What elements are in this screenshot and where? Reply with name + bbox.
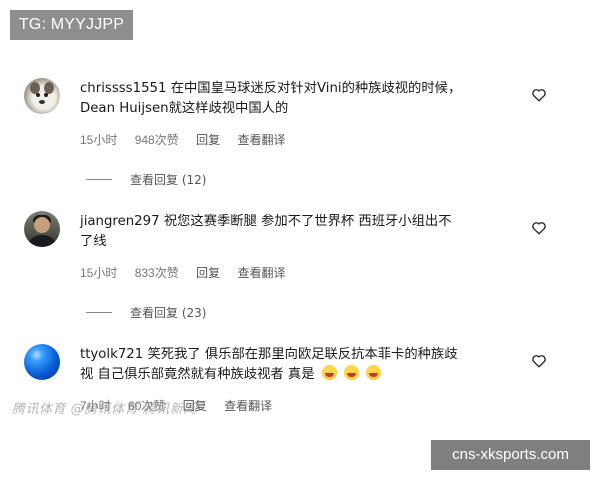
comment-text: jiangren297 祝您这赛季断腿 参加不了世界杯 西班牙小组出不 了线 xyxy=(80,212,520,252)
avatar-eye xyxy=(36,93,40,97)
translate-button[interactable]: 查看翻译 xyxy=(224,399,272,413)
laughing-emoji-icon xyxy=(343,365,359,380)
laughing-emoji-icon xyxy=(321,365,337,380)
comment-line: 在中国皇马球迷反对针对Vini的种族歧视的时候， xyxy=(170,81,462,96)
avatar[interactable] xyxy=(24,211,60,247)
comment-line: Dean Huijsen就这样歧视中国人的 xyxy=(80,101,289,116)
timestamp: 15小时 xyxy=(80,133,118,147)
laughing-emoji-icon xyxy=(366,365,382,380)
heart-icon[interactable] xyxy=(531,87,547,102)
view-replies-label: 查看回复 (23) xyxy=(130,306,207,320)
username[interactable]: jiangren297 xyxy=(80,214,160,229)
view-replies-label: 查看回复 (12) xyxy=(130,173,207,187)
heart-icon[interactable] xyxy=(531,353,547,368)
comment-line: 笑死我了 俱乐部在那里向欧足联反抗本菲卡的种族歧 xyxy=(147,347,458,362)
tg-watermark-badge: TG: MYYJJPP xyxy=(10,10,133,40)
comment-line: 祝您这赛季断腿 参加不了世界杯 西班牙小组出不 xyxy=(163,214,452,229)
site-watermark-badge: cns-xksports.com xyxy=(431,440,590,470)
divider xyxy=(86,179,112,180)
avatar[interactable] xyxy=(24,78,60,114)
comment-meta: 15小时 833次赞 回复 查看翻译 xyxy=(80,264,299,281)
avatar-nose xyxy=(39,100,45,104)
divider xyxy=(86,312,112,313)
avatar-eye xyxy=(44,93,48,97)
translate-button[interactable]: 查看翻译 xyxy=(237,133,285,147)
comment-line: 视 自己俱乐部竟然就有种族歧视者 真是 xyxy=(80,367,315,382)
username[interactable]: chrissss1551 xyxy=(80,81,166,96)
avatar-head xyxy=(34,217,50,233)
like-count[interactable]: 948次赞 xyxy=(135,133,179,147)
username[interactable]: ttyolk721 xyxy=(80,347,143,362)
heart-icon[interactable] xyxy=(531,220,547,235)
comment-meta: 15小时 948次赞 回复 查看翻译 xyxy=(80,131,299,148)
comment-text: chrissss1551 在中国皇马球迷反对针对Vini的种族歧视的时候， De… xyxy=(80,79,520,119)
comment-text: ttyolk721 笑死我了 俱乐部在那里向欧足联反抗本菲卡的种族歧 视 自己俱… xyxy=(80,345,520,385)
translate-button[interactable]: 查看翻译 xyxy=(237,266,285,280)
like-count[interactable]: 833次赞 xyxy=(135,266,179,280)
view-replies-button[interactable]: 查看回复 (12) xyxy=(86,171,206,188)
view-replies-button[interactable]: 查看回复 (23) xyxy=(86,304,206,321)
reply-button[interactable]: 回复 xyxy=(196,266,220,280)
reply-button[interactable]: 回复 xyxy=(196,133,220,147)
news-watermark: 腾讯体育 @腾讯体育 腾讯新闻 xyxy=(12,402,197,417)
timestamp: 15小时 xyxy=(80,266,118,280)
avatar-body xyxy=(27,235,57,247)
comment-line: 了线 xyxy=(80,234,107,249)
avatar[interactable] xyxy=(24,344,60,380)
